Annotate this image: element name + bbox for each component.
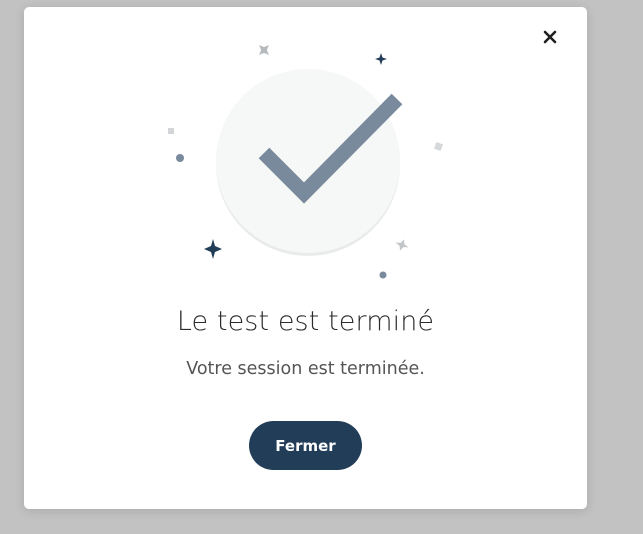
confetti-dot: [379, 271, 387, 279]
sparkle-star-icon: [395, 239, 409, 251]
close-icon: [543, 30, 557, 44]
sparkle-star-icon: [259, 45, 269, 55]
sparkle-star-icon: [375, 53, 387, 65]
close-button[interactable]: Fermer: [249, 421, 362, 470]
close-dialog-button[interactable]: [541, 28, 559, 46]
confetti-square: [434, 142, 443, 151]
sparkle-star-icon: [204, 239, 222, 259]
confetti-dot: [176, 154, 184, 162]
completion-illustration: [168, 45, 443, 279]
dialog-message: Votre session est terminée.: [186, 359, 425, 379]
confetti-square: [168, 128, 174, 134]
dialog-title: Le test est terminé: [176, 306, 435, 337]
completion-dialog: Le test est terminé Votre session est te…: [24, 7, 587, 509]
